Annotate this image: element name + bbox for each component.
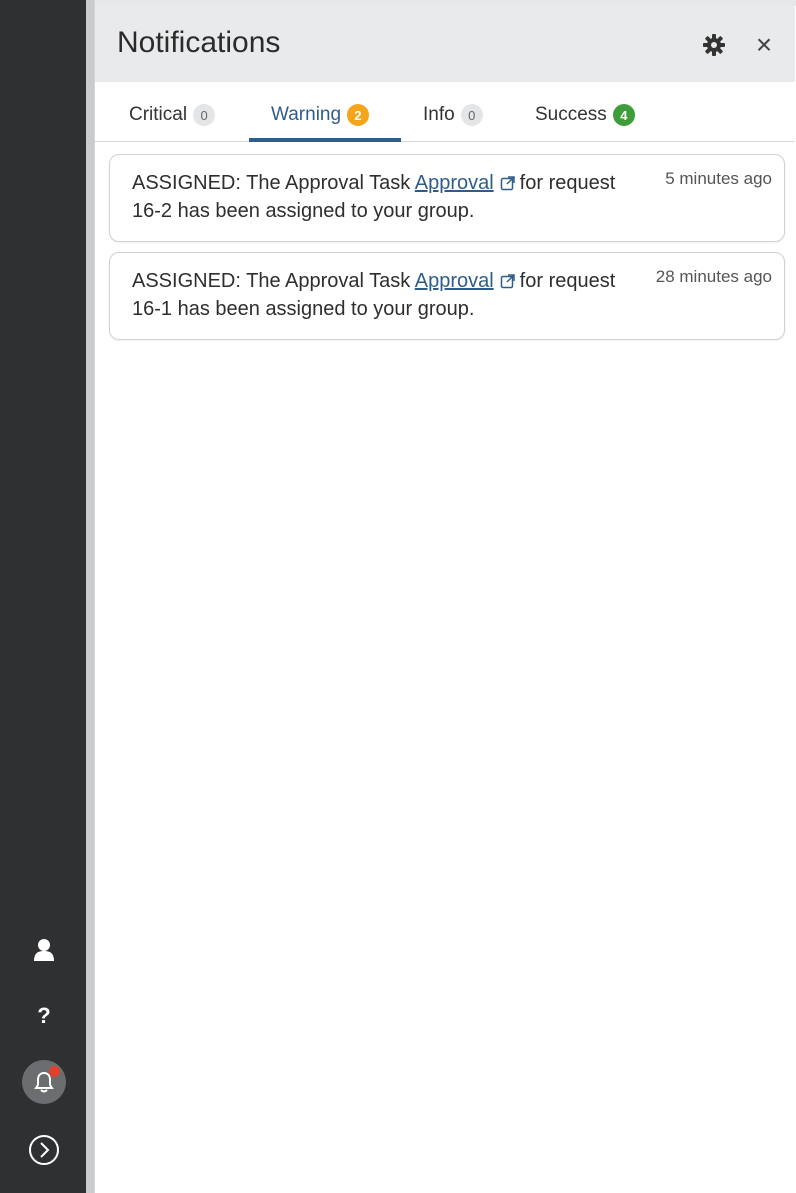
notification-text: ASSIGNED: The Approval Task: [132, 270, 415, 292]
user-profile-button[interactable]: [22, 928, 66, 972]
panel-title: Notifications: [117, 26, 281, 59]
tab-info[interactable]: Info 0: [423, 102, 483, 128]
notification-timestamp: 28 minutes ago: [655, 267, 772, 286]
notification-message: ASSIGNED: The Approval Task Approval for…: [132, 169, 632, 225]
help-icon: ?: [37, 1003, 51, 1028]
alert-dot: [49, 1066, 60, 1077]
notification-card: ASSIGNED: The Approval Task Approval for…: [109, 154, 785, 242]
left-sidebar: ?: [0, 0, 86, 1193]
tab-label: Warning: [271, 104, 342, 125]
tab-success[interactable]: Success 4: [535, 102, 635, 128]
active-tab-indicator: [249, 138, 401, 142]
notification-tabs: Critical 0 Warning 2 Info 0 Success 4: [95, 82, 795, 142]
count-badge: 4: [612, 104, 635, 126]
approval-task-link[interactable]: Approval: [415, 270, 494, 292]
gear-icon: [703, 34, 725, 56]
notification-timestamp: 5 minutes ago: [665, 169, 772, 188]
approval-task-link[interactable]: Approval: [415, 172, 494, 194]
settings-button[interactable]: [701, 32, 727, 58]
count-badge: 0: [193, 104, 216, 126]
notification-card: ASSIGNED: The Approval Task Approval for…: [109, 252, 785, 340]
expand-icon: [29, 1135, 59, 1165]
notifications-button[interactable]: [22, 1060, 66, 1104]
app-root: ? Notifications × Critical 0 Warning 2 I…: [0, 0, 796, 1193]
panel-header: Notifications ×: [95, 6, 795, 82]
tab-label: Critical: [129, 104, 188, 125]
count-badge: 0: [460, 104, 483, 126]
close-icon: ×: [755, 29, 773, 60]
help-button[interactable]: ?: [22, 994, 66, 1038]
expand-sidebar-button[interactable]: [22, 1128, 66, 1172]
tab-critical[interactable]: Critical 0: [129, 102, 216, 128]
notification-text: ASSIGNED: The Approval Task: [132, 172, 415, 194]
notification-message: ASSIGNED: The Approval Task Approval for…: [132, 267, 632, 323]
external-link-icon[interactable]: [500, 175, 516, 191]
close-button[interactable]: ×: [751, 30, 777, 60]
tab-label: Info: [423, 104, 455, 125]
panel-divider: [86, 0, 94, 1193]
tab-warning[interactable]: Warning 2: [271, 102, 370, 128]
user-icon: [34, 939, 54, 961]
tab-label: Success: [535, 104, 607, 125]
notifications-panel: Notifications × Critical 0 Warning 2 Inf…: [94, 0, 796, 1193]
external-link-icon[interactable]: [500, 273, 516, 289]
count-badge: 2: [347, 104, 370, 126]
